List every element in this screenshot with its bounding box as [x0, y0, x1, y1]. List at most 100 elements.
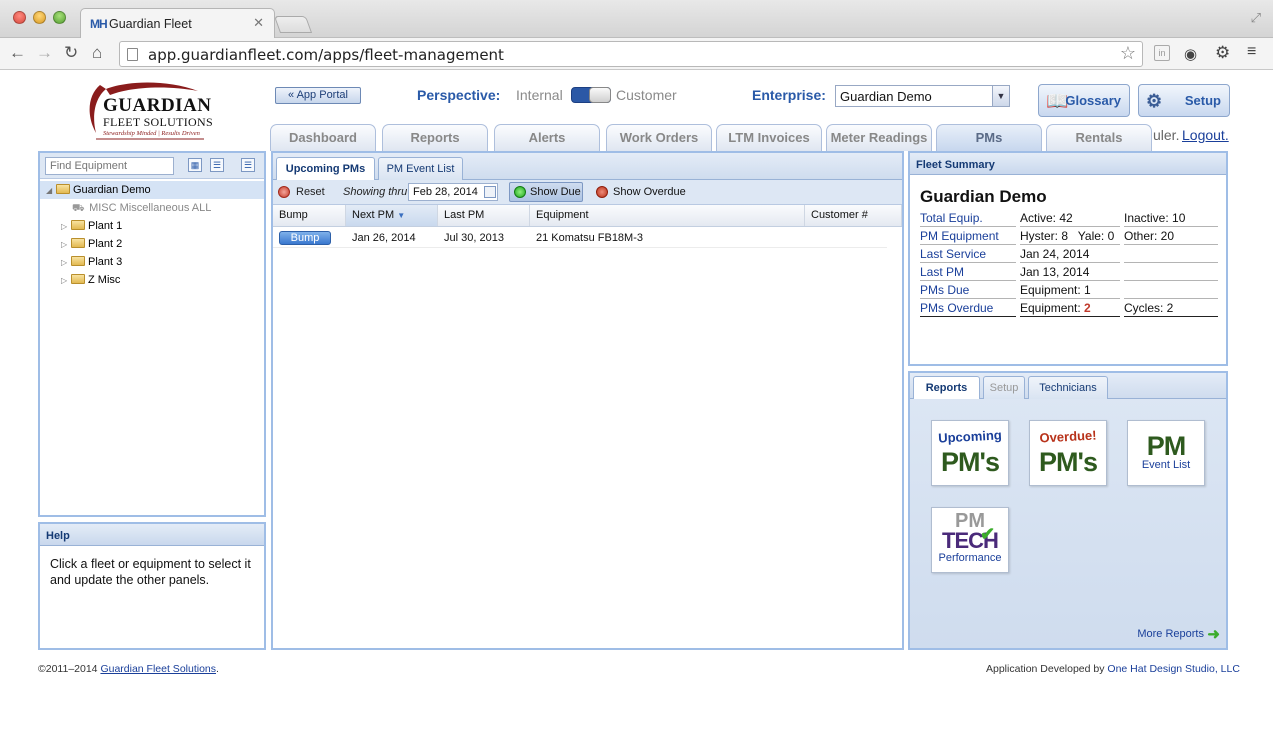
- tab-alerts[interactable]: Alerts: [494, 124, 600, 151]
- report-pm-event-list[interactable]: PM Event List: [1127, 420, 1205, 486]
- menu-icon[interactable]: ≡: [1247, 43, 1256, 61]
- column-label: Next PM: [352, 209, 395, 221]
- pms-panel: Upcoming PMs PM Event List Reset Showing…: [271, 151, 904, 650]
- red-dot-icon[interactable]: [596, 186, 608, 198]
- summary-link[interactable]: PMs Due: [920, 283, 969, 297]
- tree-item-z-misc[interactable]: ▷ Z Misc: [40, 271, 264, 289]
- tile-small-text: Event List: [1141, 459, 1191, 471]
- url-text: app.guardianfleet.com/apps/fleet-managem…: [148, 46, 504, 64]
- linkedin-extension-icon[interactable]: in: [1154, 45, 1170, 61]
- folder-icon: [71, 220, 85, 230]
- tab-ltm-invoices[interactable]: LTM Invoices: [716, 124, 822, 151]
- logo-subtitle: FLEET SOLUTIONS: [103, 115, 213, 129]
- app-page: GUARDIAN FLEET SOLUTIONS Stewardship Min…: [0, 71, 1273, 732]
- new-tab-button[interactable]: [273, 16, 313, 33]
- perspective-customer-label: Customer: [616, 87, 677, 103]
- guardian-fleet-link[interactable]: Guardian Fleet Solutions: [100, 663, 216, 675]
- reload-button[interactable]: ↻: [64, 44, 78, 62]
- tree-item-plant-2[interactable]: ▷ Plant 2: [40, 235, 264, 253]
- row-gap: [1120, 316, 1124, 317]
- expand-arrow-icon[interactable]: ◢: [46, 182, 56, 200]
- column-equipment[interactable]: Equipment: [530, 205, 805, 226]
- tile-big-text: TECH: [942, 528, 999, 553]
- show-due-label: Show Due: [530, 186, 581, 198]
- more-reports-link[interactable]: More Reports: [1137, 628, 1204, 640]
- detail-view-icon[interactable]: ☰: [241, 158, 255, 172]
- tab-dashboard[interactable]: Dashboard: [270, 124, 376, 151]
- calendar-icon[interactable]: [484, 186, 496, 198]
- arrow-right-icon[interactable]: ➜: [1207, 625, 1220, 643]
- logout-link[interactable]: Logout.: [1182, 127, 1229, 143]
- summary-value: Inactive: 10: [1124, 211, 1186, 225]
- back-button[interactable]: ←: [9, 44, 26, 62]
- window-maximize-button[interactable]: [53, 11, 66, 24]
- home-button[interactable]: ⌂: [92, 44, 102, 62]
- find-equipment-input[interactable]: [45, 157, 174, 175]
- column-last-pm[interactable]: Last PM: [438, 205, 530, 226]
- forward-button[interactable]: →: [36, 44, 53, 62]
- bookmark-star-icon[interactable]: ☆: [1120, 43, 1136, 64]
- folder-icon: [71, 256, 85, 266]
- table-row[interactable]: Bump Jan 26, 2014 Jul 30, 2013 21 Komats…: [273, 228, 887, 248]
- tree-item-guardian-demo[interactable]: ◢ Guardian Demo: [40, 181, 264, 199]
- tab-meter-readings[interactable]: Meter Readings: [826, 124, 932, 151]
- collapse-arrow-icon[interactable]: ▷: [61, 254, 71, 272]
- chevron-down-icon[interactable]: ▼: [992, 86, 1009, 106]
- tab-close-icon[interactable]: ✕: [253, 15, 264, 31]
- summary-link[interactable]: Total Equip.: [920, 211, 983, 225]
- window-close-button[interactable]: [13, 11, 26, 24]
- tab-setup-panel[interactable]: Setup: [983, 376, 1025, 399]
- username-text: uler.: [1153, 127, 1180, 143]
- tab-upcoming-pms[interactable]: Upcoming PMs: [276, 157, 375, 180]
- glossary-button[interactable]: 📖 Glossary: [1038, 84, 1130, 117]
- tree-view-icon[interactable]: ▦: [188, 158, 202, 172]
- report-overdue-pms[interactable]: Overdue! PM's: [1029, 420, 1107, 486]
- summary-row-last-pm: Last PM Jan 13, 2014: [920, 263, 1218, 281]
- reset-icon[interactable]: [278, 186, 290, 198]
- fullscreen-icon[interactable]: ⤢: [1251, 10, 1261, 26]
- address-bar[interactable]: app.guardianfleet.com/apps/fleet-managem…: [119, 41, 1143, 67]
- summary-link[interactable]: Last Service: [920, 247, 986, 261]
- report-pm-tech-performance[interactable]: PM TECH Performance ✔: [931, 507, 1009, 573]
- summary-link[interactable]: Last PM: [920, 265, 964, 279]
- list-view-icon[interactable]: ☰: [210, 158, 224, 172]
- column-next-pm[interactable]: Next PM ▼: [346, 205, 438, 226]
- logo-name: GUARDIAN: [103, 95, 212, 116]
- tree-item-misc[interactable]: ⛟ MISC Miscellaneous ALL: [40, 199, 264, 217]
- app-portal-button[interactable]: « App Portal: [275, 87, 361, 104]
- collapse-arrow-icon[interactable]: ▷: [61, 218, 71, 236]
- column-bump[interactable]: Bump: [273, 205, 346, 226]
- tile-small-text: Performance: [938, 552, 1002, 564]
- tree-item-plant-3[interactable]: ▷ Plant 3: [40, 253, 264, 271]
- setup-button[interactable]: ⚙ Setup: [1138, 84, 1230, 117]
- tab-reports[interactable]: Reports: [382, 124, 488, 151]
- summary-link[interactable]: PMs Overdue: [920, 301, 993, 315]
- enterprise-select[interactable]: Guardian Demo ▼: [835, 85, 1010, 107]
- tree-item-plant-1[interactable]: ▷ Plant 1: [40, 217, 264, 235]
- extension-icon[interactable]: ◉: [1184, 45, 1197, 63]
- main-tab-bar: Dashboard Reports Alerts Work Orders LTM…: [270, 124, 1160, 151]
- perspective-toggle[interactable]: [571, 87, 611, 103]
- reset-button[interactable]: Reset: [296, 186, 325, 198]
- show-due-button[interactable]: Show Due: [509, 182, 583, 202]
- tab-work-orders[interactable]: Work Orders: [606, 124, 712, 151]
- bump-button[interactable]: Bump: [279, 231, 331, 245]
- settings-gear-icon[interactable]: ⚙: [1215, 43, 1230, 63]
- tab-pms[interactable]: PMs: [936, 124, 1042, 151]
- column-customer[interactable]: Customer #: [805, 205, 902, 226]
- tab-rentals[interactable]: Rentals: [1046, 124, 1152, 151]
- report-upcoming-pms[interactable]: Upcoming PM's: [931, 420, 1009, 486]
- browser-tab[interactable]: MH Guardian Fleet ✕: [80, 8, 275, 39]
- one-hat-link[interactable]: One Hat Design Studio, LLC: [1107, 663, 1240, 675]
- collapse-arrow-icon[interactable]: ▷: [61, 272, 71, 290]
- date-field[interactable]: Feb 28, 2014: [408, 183, 498, 201]
- window-minimize-button[interactable]: [33, 11, 46, 24]
- summary-link[interactable]: PM Equipment: [920, 229, 999, 243]
- tab-technicians[interactable]: Technicians: [1028, 376, 1108, 399]
- collapse-arrow-icon[interactable]: ▷: [61, 236, 71, 254]
- show-overdue-button[interactable]: Show Overdue: [613, 186, 686, 198]
- tab-pm-event-list[interactable]: PM Event List: [378, 157, 463, 180]
- tab-reports-panel[interactable]: Reports: [913, 376, 980, 399]
- footer-copyright: ©2011–2014 Guardian Fleet Solutions.: [38, 663, 219, 675]
- guardian-logo: GUARDIAN FLEET SOLUTIONS Stewardship Min…: [86, 81, 216, 143]
